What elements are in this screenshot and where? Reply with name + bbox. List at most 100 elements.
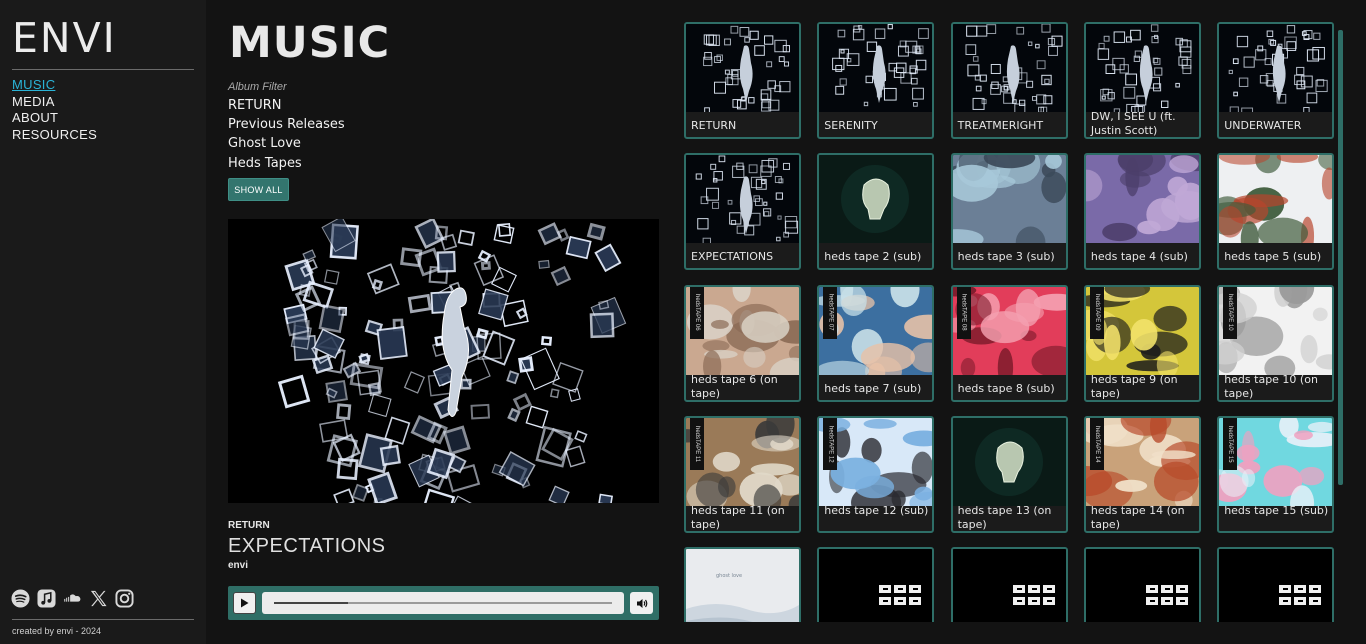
track-card[interactable]: heds tape 2 (sub): [817, 153, 935, 271]
album-cover: [686, 155, 799, 244]
tape-tag: hedsTAPE 06: [690, 286, 704, 339]
show-all-button[interactable]: SHOW ALL: [228, 178, 289, 201]
album-cover: [952, 24, 1066, 112]
track-card[interactable]: RETURN: [684, 22, 801, 139]
album-filter-list: RETURN Previous Releases Ghost Love Heds…: [228, 96, 345, 173]
track-card[interactable]: heds tape 4 (sub): [1083, 153, 1201, 271]
tape-tag: hedsTAPE 07: [823, 286, 838, 339]
now-playing-artist: envi: [228, 560, 249, 571]
track-label: heds tape 14 (on tape): [1090, 503, 1185, 531]
track-card[interactable]: hedsTAPE 10 heds tape 10 (on tape): [1217, 284, 1335, 402]
track-label: heds tape 2 (sub): [824, 250, 922, 264]
track-card[interactable]: hedsTAPE 14 heds tape 14 (on tape): [1083, 415, 1201, 533]
track-card[interactable]: heds tape 5 (sub): [1217, 153, 1335, 271]
main-nav: MUSIC MEDIA ABOUT RESOURCES: [12, 77, 97, 143]
apple-music-icon[interactable]: [37, 589, 56, 608]
track-card[interactable]: hedsTAPE 11 heds tape 11 (on tape): [684, 415, 801, 533]
credit-text: created by envi - 2024: [12, 626, 102, 636]
social-links: [11, 589, 134, 608]
video-frame-art: [277, 219, 627, 503]
track-card[interactable]: UNDERWATER: [1217, 22, 1335, 139]
track-label: heds tape 5 (sub): [1224, 250, 1322, 264]
track-card[interactable]: TREATMERIGHT: [950, 22, 1068, 139]
track-label: heds tape 6 (on tape): [691, 372, 778, 400]
volume-button[interactable]: [630, 592, 653, 614]
tape-tag: hedsTAPE 08: [956, 286, 971, 339]
album-cover: [1219, 155, 1333, 244]
page-title: MUSIC: [229, 18, 391, 68]
instagram-icon[interactable]: [115, 589, 134, 608]
track-label: heds tape 7 (sub): [824, 381, 922, 395]
track-card[interactable]: [1217, 547, 1335, 622]
track-card[interactable]: hedsTAPE 15 heds tape 15 (sub): [1217, 415, 1335, 533]
album-cover: [1219, 24, 1333, 112]
filter-item-previous-releases[interactable]: Previous Releases: [228, 115, 345, 134]
track-card[interactable]: EXPECTATIONS: [684, 153, 801, 271]
filter-item-return[interactable]: RETURN: [228, 96, 345, 115]
now-playing-album: RETURN: [228, 520, 270, 531]
tape-tag: hedsTAPE 14: [1089, 417, 1104, 470]
filter-item-ghost-love[interactable]: Ghost Love: [228, 134, 345, 153]
album-cover: ghost love: [686, 549, 799, 622]
progress-track[interactable]: [262, 592, 624, 614]
track-grid: RETURN SERENITY TREATMERIGHT DW, I SEE U (f…: [684, 22, 1336, 622]
album-cover: [686, 24, 799, 112]
track-label: heds tape 9 (on tape): [1090, 372, 1178, 400]
track-card[interactable]: hedsTAPE 07 heds tape 7 (sub): [817, 284, 935, 402]
track-label: heds tape 3 (sub): [957, 250, 1055, 264]
track-card[interactable]: SERENITY: [817, 22, 935, 139]
divider: [12, 619, 194, 620]
sidebar: ENVI MUSIC MEDIA ABOUT RESOURCES created…: [0, 0, 206, 644]
x-icon[interactable]: [89, 589, 108, 608]
track-card[interactable]: [950, 547, 1068, 622]
track-label: heds tape 4 (sub): [1090, 250, 1188, 264]
track-label: heds tape 11 (on tape): [691, 503, 785, 531]
track-card[interactable]: ghost love: [684, 547, 801, 622]
tape-tag: hedsTAPE 15: [1223, 417, 1238, 470]
play-button[interactable]: [233, 592, 256, 614]
track-label: DW, I SEE U (ft. Justin Scott): [1090, 110, 1176, 137]
track-label: RETURN: [691, 119, 737, 132]
album-cover: [952, 155, 1066, 244]
tape-tag: hedsTAPE 10: [1223, 286, 1238, 339]
nav-item-about[interactable]: ABOUT: [12, 110, 97, 127]
track-label: heds tape 10 (on tape): [1224, 372, 1318, 400]
tape-tag: hedsTAPE 12: [823, 417, 838, 470]
track-label: SERENITY: [824, 119, 878, 132]
album-cover: [1085, 24, 1199, 112]
progress-bar[interactable]: [274, 602, 612, 604]
tape-tag: hedsTAPE 09: [1089, 286, 1104, 339]
nav-item-music[interactable]: MUSIC: [12, 77, 97, 94]
scrollbar[interactable]: [1338, 30, 1343, 485]
soundcloud-icon[interactable]: [63, 589, 82, 608]
filter-item-heds-tapes[interactable]: Heds Tapes: [228, 154, 345, 173]
nav-item-media[interactable]: MEDIA: [12, 94, 97, 111]
track-card[interactable]: [1083, 547, 1201, 622]
album-cover: [952, 549, 1066, 622]
divider: [12, 69, 194, 70]
track-card[interactable]: hedsTAPE 06 heds tape 6 (on tape): [684, 284, 801, 402]
album-filter-label: Album Filter: [228, 81, 287, 93]
brand-logo[interactable]: ENVI: [12, 14, 117, 62]
svg-text:ghost love: ghost love: [716, 573, 742, 579]
album-cover: [952, 417, 1066, 506]
track-card[interactable]: heds tape 3 (sub): [950, 153, 1068, 271]
track-card[interactable]: hedsTAPE 08 heds tape 8 (sub): [950, 284, 1068, 402]
tape-tag: hedsTAPE 11: [690, 417, 704, 470]
album-cover: [819, 24, 933, 112]
track-card[interactable]: heds tape 13 (on tape): [950, 415, 1068, 533]
track-card[interactable]: DW, I SEE U (ft. Justin Scott): [1083, 22, 1201, 139]
audio-player: [228, 586, 659, 620]
album-cover: [1219, 549, 1333, 622]
album-cover: [1085, 549, 1199, 622]
track-card[interactable]: hedsTAPE 09 heds tape 9 (on tape): [1083, 284, 1201, 402]
track-card[interactable]: [817, 547, 935, 622]
track-label: heds tape 8 (sub): [957, 381, 1055, 395]
track-label: heds tape 13 (on tape): [957, 503, 1052, 531]
now-playing-title: EXPECTATIONS: [228, 535, 386, 557]
nav-item-resources[interactable]: RESOURCES: [12, 127, 97, 144]
video-player[interactable]: [228, 219, 659, 503]
track-card[interactable]: hedsTAPE 12 heds tape 12 (sub): [817, 415, 935, 533]
spotify-icon[interactable]: [11, 589, 30, 608]
volume-icon: [636, 598, 647, 608]
